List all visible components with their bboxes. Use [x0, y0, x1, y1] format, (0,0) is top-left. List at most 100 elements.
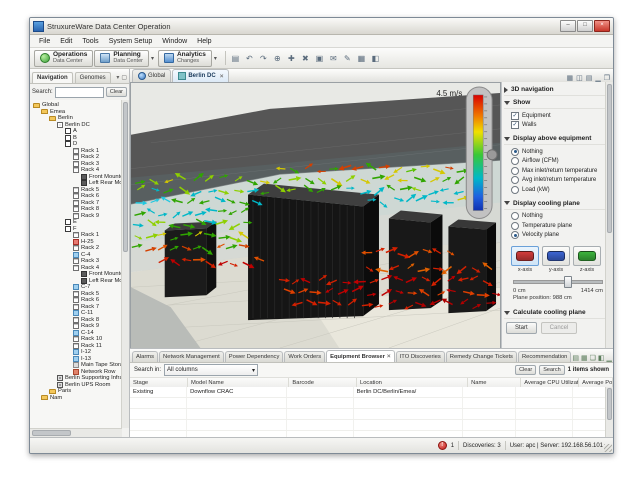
- display-above-option-avg-inlet-return-temperature[interactable]: Avg inlet/return temperature: [511, 176, 605, 186]
- editor-tab-global[interactable]: Global: [132, 69, 171, 82]
- layout-grid-icon[interactable]: ▦: [566, 74, 573, 82]
- print-icon[interactable]: ❏: [590, 354, 596, 362]
- section-display-above[interactable]: Display above equipment: [504, 133, 605, 145]
- options-scrollbar[interactable]: [605, 82, 613, 349]
- options-scrollbar-thumb[interactable]: [607, 84, 612, 233]
- bottom-tab-power-dependency[interactable]: Power Dependency: [225, 351, 284, 362]
- table-row[interactable]: [130, 398, 606, 409]
- display-above-option-airflow-cfm[interactable]: Airflow (CFM): [511, 157, 605, 167]
- planning-dropdown-arrow[interactable]: ▾: [151, 55, 154, 62]
- tree-item-nam[interactable]: Nam: [30, 395, 122, 402]
- split-view-icon[interactable]: ◫: [576, 74, 583, 82]
- axis-choice-y-axis[interactable]: y-axis: [542, 246, 570, 273]
- analytics-dropdown-arrow[interactable]: ▾: [214, 55, 217, 62]
- tree-vertical-scrollbar-thumb[interactable]: [123, 102, 128, 252]
- cancel-button[interactable]: Cancel: [541, 322, 578, 334]
- slider-thumb[interactable]: [564, 276, 572, 288]
- section-cooling-plane[interactable]: Display cooling plane: [504, 198, 605, 210]
- display-above-option-load-kw[interactable]: Load (kW): [511, 185, 605, 195]
- clear-search-button[interactable]: Clear: [106, 87, 127, 97]
- resize-grip[interactable]: [604, 444, 612, 452]
- table-view-icon[interactable]: ▦: [581, 354, 588, 362]
- tree-vertical-scrollbar[interactable]: [121, 100, 129, 428]
- menu-help[interactable]: Help: [192, 38, 216, 45]
- section-3d-navigation[interactable]: 3D navigation: [504, 84, 605, 96]
- axis-choice-z-axis[interactable]: z-axis: [573, 246, 601, 273]
- menu-edit[interactable]: Edit: [55, 38, 77, 45]
- minimize-panel-icon[interactable]: ▾: [116, 74, 119, 81]
- tree-horizontal-scrollbar-thumb[interactable]: [32, 430, 71, 436]
- bottom-tab-ito-discoveries[interactable]: ITO Discoveries: [396, 351, 445, 362]
- restore-view-icon[interactable]: ❐: [604, 74, 610, 82]
- menu-tools[interactable]: Tools: [77, 38, 103, 45]
- analytics-button[interactable]: AnalyticsChanges: [158, 50, 212, 67]
- radio-max-inlet-return-temperature[interactable]: [511, 167, 519, 175]
- slider-track[interactable]: [513, 280, 603, 284]
- table-clear-button[interactable]: Clear: [515, 365, 536, 375]
- panel-tab-genomes[interactable]: Genomes: [75, 72, 111, 83]
- table-search-button[interactable]: Search: [539, 365, 564, 375]
- table-row[interactable]: [130, 420, 606, 431]
- axis-button-z-axis[interactable]: [573, 246, 601, 266]
- export-table-icon[interactable]: ▤: [572, 354, 579, 362]
- radio-load-kw[interactable]: [511, 186, 519, 194]
- checkbox-walls[interactable]: ✓: [511, 121, 519, 129]
- radio-velocity-plane[interactable]: [511, 231, 519, 239]
- minimize-panel-icon[interactable]: ▁: [607, 354, 612, 362]
- panel-tab-navigation[interactable]: Navigation: [32, 72, 73, 83]
- rack-row-right[interactable]: [389, 211, 443, 311]
- close-button[interactable]: ×: [594, 20, 610, 32]
- velocity-color-scale[interactable]: [466, 87, 497, 219]
- radio-temperature-plane[interactable]: [511, 222, 519, 230]
- bottom-tab-network-management[interactable]: Network Management: [159, 351, 224, 362]
- undo-icon[interactable]: ↶: [244, 54, 255, 63]
- tree-horizontal-scrollbar[interactable]: [30, 428, 122, 437]
- axis-choice-x-axis[interactable]: x-axis: [511, 246, 539, 273]
- table-row[interactable]: [130, 409, 606, 420]
- close-tab-icon[interactable]: ×: [387, 353, 391, 360]
- radio-nothing[interactable]: [511, 212, 519, 220]
- filter-icon[interactable]: ◧: [598, 354, 605, 362]
- mail-icon[interactable]: ✉: [328, 54, 339, 63]
- search-input[interactable]: [55, 87, 104, 98]
- zoom-icon[interactable]: ⊕: [272, 54, 283, 63]
- cooling-plane-option-nothing[interactable]: Nothing: [511, 212, 605, 222]
- menu-window[interactable]: Window: [157, 38, 192, 45]
- display-above-option-max-inlet-return-temperature[interactable]: Max inlet/return temperature: [511, 166, 605, 176]
- editor-tab-berlin-dc[interactable]: Berlin DC×: [172, 69, 229, 82]
- image-icon[interactable]: ▣: [314, 54, 325, 63]
- start-button[interactable]: Start: [506, 322, 537, 334]
- minimize-view-icon[interactable]: ▁: [595, 74, 600, 82]
- radio-avg-inlet-return-temperature[interactable]: [511, 176, 519, 184]
- discoveries-label[interactable]: Discoveries: 3: [463, 443, 501, 449]
- list-view-icon[interactable]: ▤: [586, 74, 593, 82]
- alarm-icon[interactable]: !: [438, 441, 447, 450]
- delete-icon[interactable]: ✖: [300, 54, 311, 63]
- cooling-plane-option-velocity-plane[interactable]: Velocity plane: [511, 231, 605, 241]
- close-tab-icon[interactable]: ×: [220, 73, 224, 80]
- bottom-tab-remedy-change-tickets[interactable]: Remedy Change Tickets: [446, 351, 517, 362]
- table-row[interactable]: ExistingDownflow CRACBerlin DC/Berlin/Em…: [130, 387, 606, 398]
- checkbox-row-walls[interactable]: ✓Walls: [511, 121, 605, 131]
- maximize-button[interactable]: □: [577, 20, 593, 32]
- cooling-plane-option-temperature-plane[interactable]: Temperature plane: [511, 221, 605, 231]
- save-icon[interactable]: ▤: [230, 54, 241, 63]
- planning-button[interactable]: PlanningData Center: [94, 50, 149, 67]
- section-show[interactable]: Show: [504, 97, 605, 109]
- plane-position-slider[interactable]: [513, 275, 603, 287]
- redo-icon[interactable]: ↷: [258, 54, 269, 63]
- layers-icon[interactable]: ▦: [356, 54, 367, 63]
- 3d-room-view[interactable]: 4.5 m/s: [130, 82, 501, 349]
- operations-button[interactable]: OperationsData Center: [34, 50, 93, 67]
- export-icon[interactable]: ◧: [370, 54, 381, 63]
- table-scrollbar[interactable]: [605, 387, 613, 437]
- axis-button-y-axis[interactable]: [542, 246, 570, 266]
- table-scrollbar-thumb[interactable]: [607, 388, 612, 420]
- checkbox-row-equipment[interactable]: ✓Equipment: [511, 111, 605, 121]
- maximize-panel-icon[interactable]: ▢: [121, 74, 127, 81]
- section-calculate-cooling-plane[interactable]: Calculate cooling plane: [504, 307, 605, 319]
- edit-icon[interactable]: ✎: [342, 54, 353, 63]
- menu-file[interactable]: File: [34, 38, 55, 45]
- pin-icon[interactable]: ✚: [286, 54, 297, 63]
- menu-system-setup[interactable]: System Setup: [104, 38, 158, 45]
